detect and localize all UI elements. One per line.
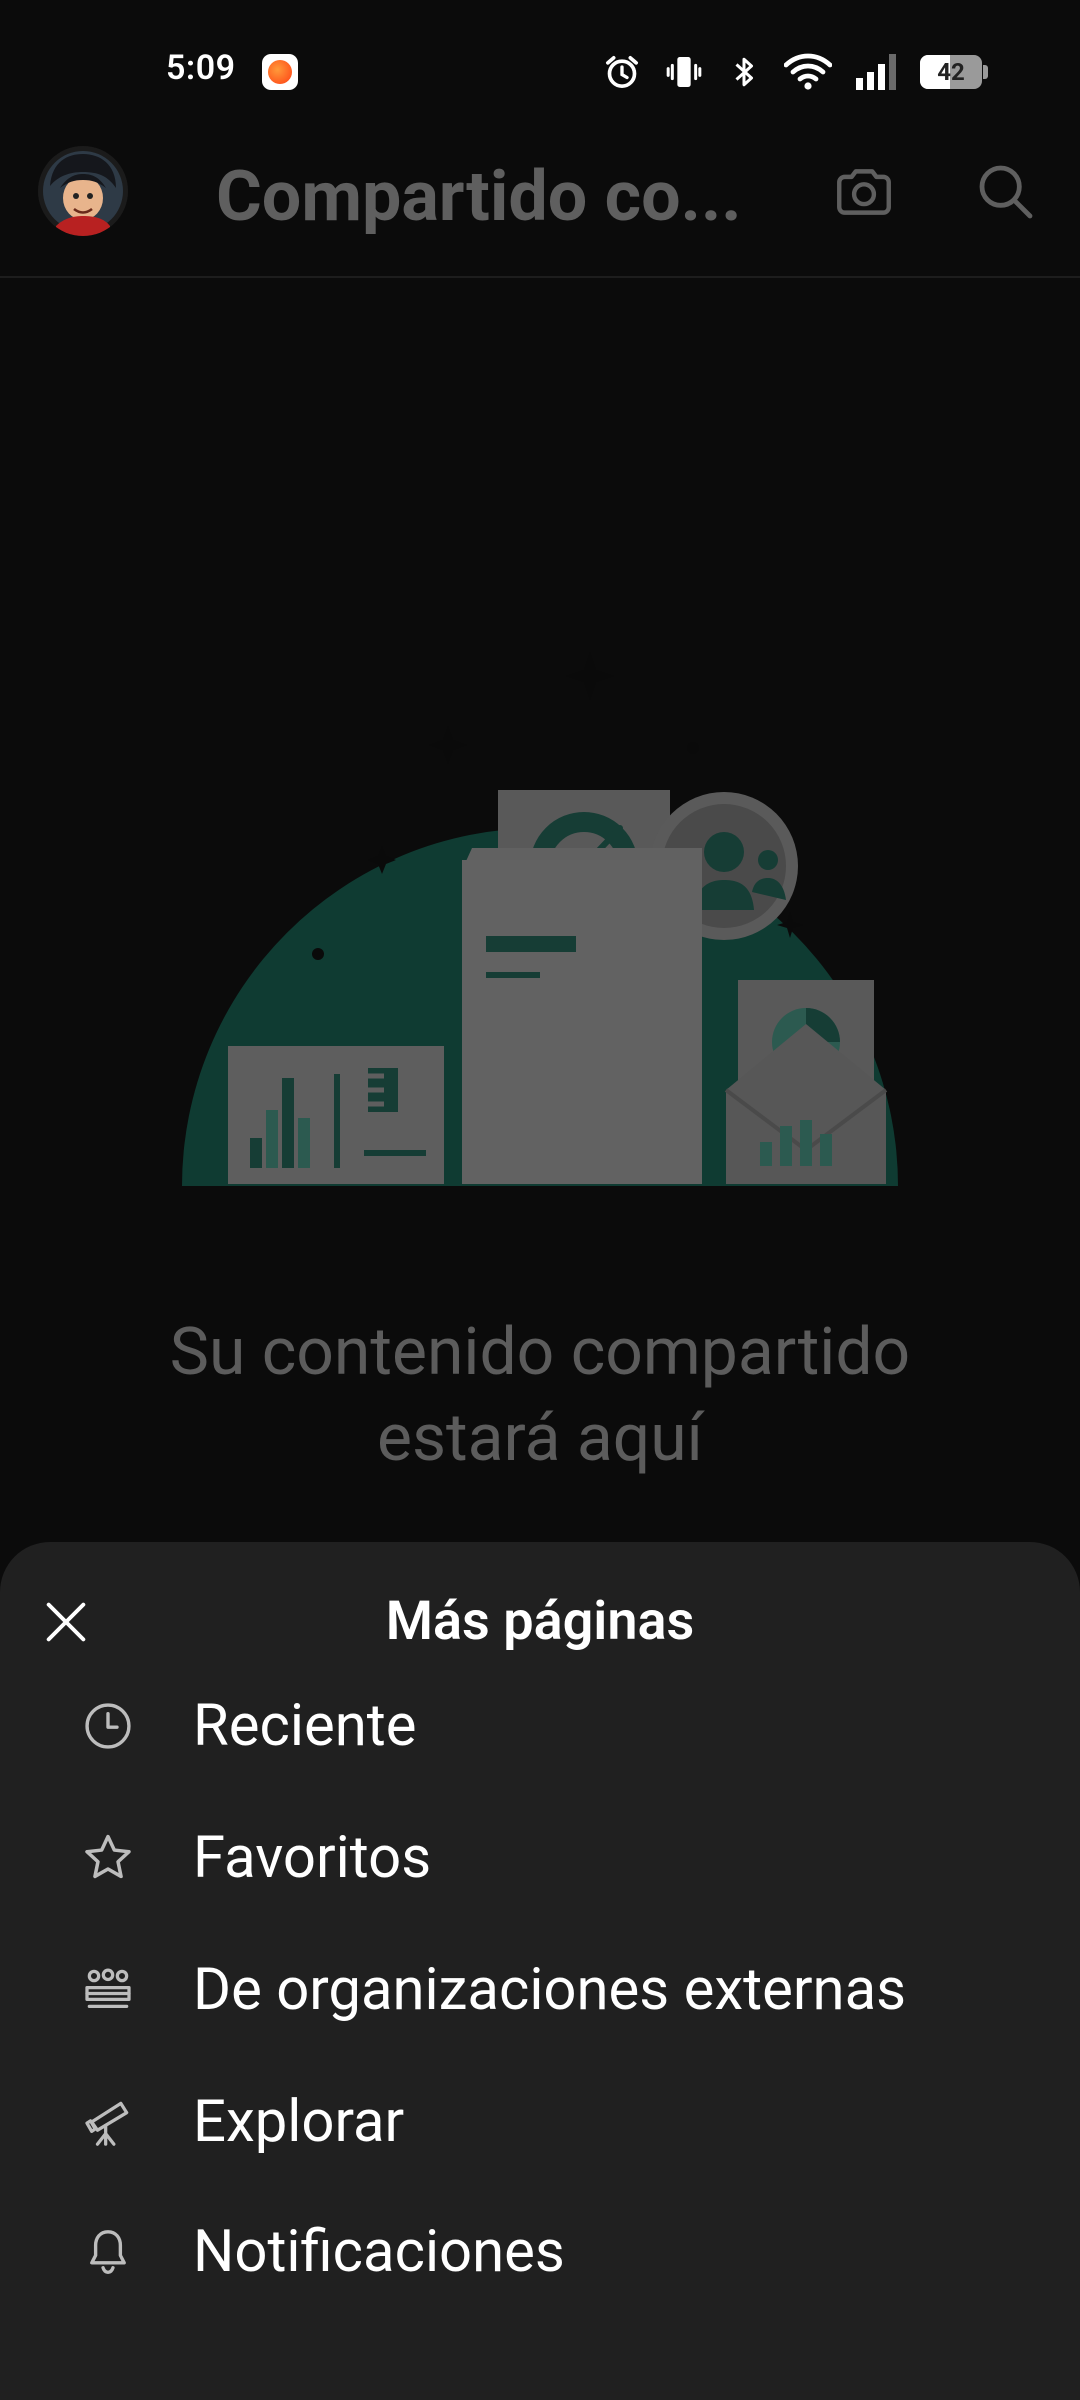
avatar[interactable]	[38, 146, 128, 236]
menu-item-notifications[interactable]: Notificaciones	[0, 2192, 1080, 2312]
wifi-icon	[784, 53, 832, 90]
app-bar: Compartido co...	[0, 136, 1080, 278]
bell-icon	[78, 2222, 138, 2282]
screen: 5:09 42 Compartido co... Su contenido co…	[0, 0, 1080, 2400]
menu-item-label: De organizaciones externas	[193, 1956, 907, 2024]
menu-item-label: Favoritos	[193, 1824, 432, 1892]
alarm-icon	[606, 56, 638, 88]
camera-icon	[837, 169, 891, 215]
bluetooth-icon	[735, 57, 753, 87]
menu-item-external-organizations[interactable]: De organizaciones externas	[0, 1930, 1080, 2050]
menu-item-label: Notificaciones	[193, 2218, 565, 2286]
empty-state-illustration	[182, 652, 898, 1186]
page-title: Compartido co...	[216, 156, 742, 238]
menu-item-explore[interactable]: Explorar	[0, 2062, 1080, 2182]
empty-state-line-1: Su contenido compartido	[169, 1314, 911, 1391]
camera-button[interactable]	[824, 152, 904, 232]
status-time: 5:09	[166, 48, 236, 88]
status-bar: 5:09 42	[0, 0, 1080, 136]
more-pages-sheet: Más páginas Reciente Favoritos De organi…	[0, 1542, 1080, 2400]
telescope-icon	[78, 2092, 138, 2152]
avatar-image	[38, 146, 128, 236]
search-button[interactable]	[966, 152, 1046, 232]
notification-app-icon	[262, 54, 298, 90]
empty-state-message: Su contenido compartido estará aquí	[0, 1310, 1080, 1482]
menu-item-label: Reciente	[193, 1692, 417, 1760]
empty-state-line-2: estará aquí	[376, 1400, 704, 1477]
menu-item-recent[interactable]: Reciente	[0, 1666, 1080, 1786]
battery-level: 42	[937, 58, 965, 86]
menu-item-label: Explorar	[193, 2088, 405, 2156]
battery-icon: 42	[920, 55, 988, 89]
star-icon	[78, 1828, 138, 1888]
clock-icon	[78, 1696, 138, 1756]
status-icons: 42	[602, 48, 988, 96]
vibrate-icon	[666, 57, 702, 87]
people-group-icon	[78, 1960, 138, 2020]
search-icon	[979, 165, 1033, 219]
sheet-title: Más páginas	[385, 1590, 695, 1653]
menu-item-favorites[interactable]: Favoritos	[0, 1798, 1080, 1918]
signal-icon	[856, 54, 896, 90]
